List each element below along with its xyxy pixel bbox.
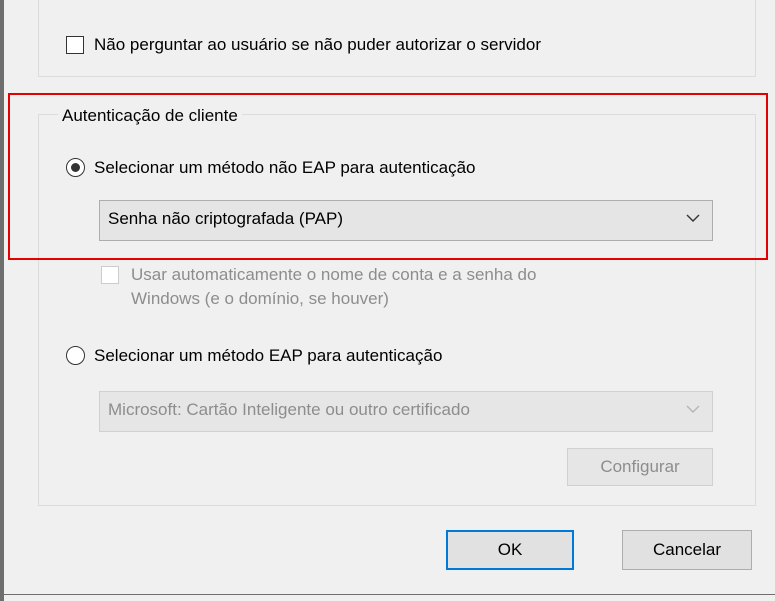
non-eap-radio-label: Selecionar um método não EAP para autent… bbox=[94, 158, 476, 177]
eap-radio-label: Selecionar um método EAP para autenticaç… bbox=[94, 346, 443, 365]
non-eap-method-dropdown[interactable]: Senha não criptografada (PAP) bbox=[99, 200, 713, 241]
chevron-down-icon bbox=[686, 214, 700, 222]
windows-credentials-label-line1: Usar automaticamente o nome de conta e a… bbox=[131, 265, 537, 284]
eap-radio[interactable] bbox=[66, 346, 85, 365]
windows-credentials-label-line2: Windows (e o domínio, se houver) bbox=[131, 289, 389, 308]
chevron-down-icon bbox=[686, 405, 700, 413]
non-eap-radio[interactable] bbox=[66, 158, 85, 177]
configure-button[interactable]: Configurar bbox=[567, 448, 713, 486]
cancel-button[interactable]: Cancelar bbox=[622, 530, 752, 570]
eap-method-dropdown[interactable]: Microsoft: Cartão Inteligente ou outro c… bbox=[99, 391, 713, 432]
ok-button[interactable]: OK bbox=[446, 530, 574, 570]
dont-prompt-checkbox-label: Não perguntar ao usuário se não puder au… bbox=[94, 35, 541, 54]
dialog-bottom-edge bbox=[4, 594, 775, 595]
non-eap-method-value: Senha não criptografada (PAP) bbox=[108, 209, 343, 228]
client-auth-legend: Autenticação de cliente bbox=[58, 105, 242, 127]
windows-credentials-checkbox[interactable] bbox=[101, 266, 119, 284]
dont-prompt-checkbox[interactable] bbox=[66, 36, 84, 54]
eap-method-value: Microsoft: Cartão Inteligente ou outro c… bbox=[108, 400, 470, 419]
radio-selected-dot bbox=[71, 163, 80, 172]
